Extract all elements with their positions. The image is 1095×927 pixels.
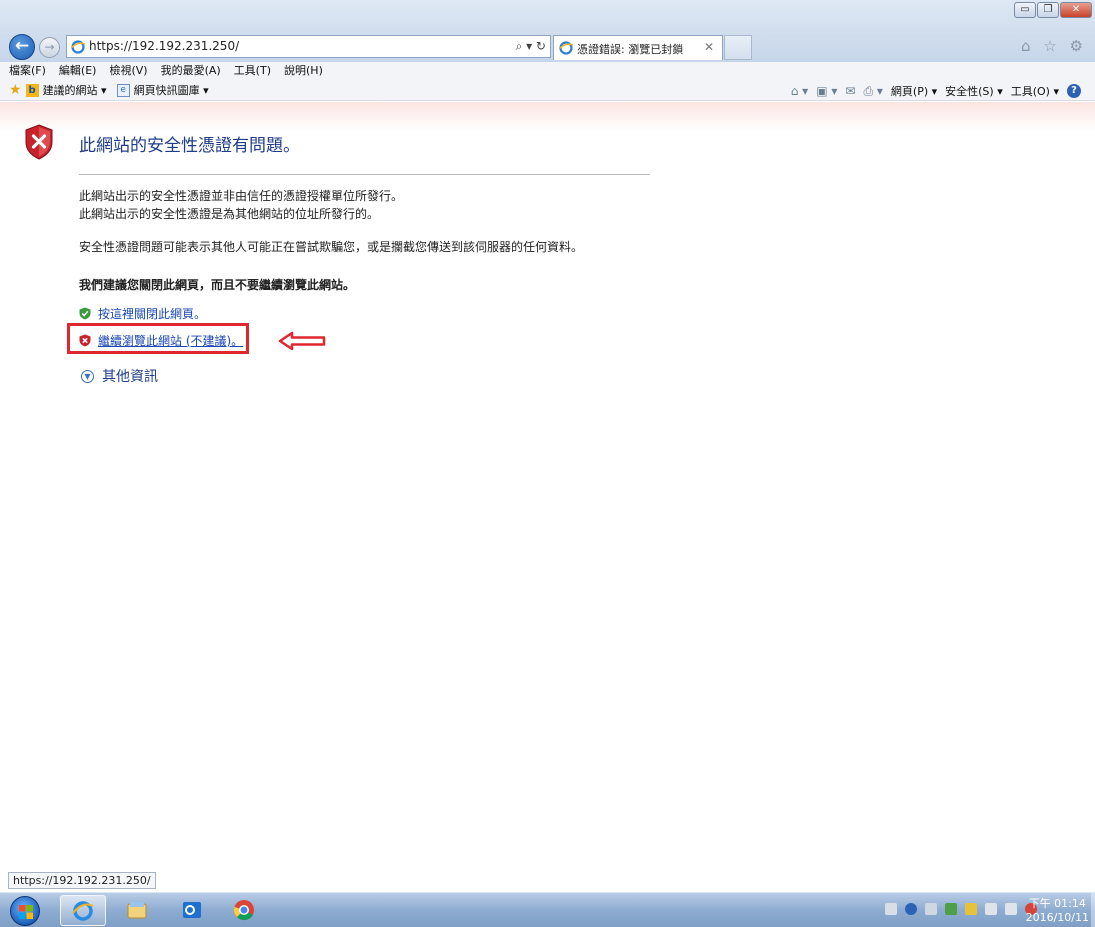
- menu-edit[interactable]: 編輯(E): [59, 62, 97, 80]
- back-button[interactable]: ←: [9, 34, 35, 60]
- clock-time: 下午 01:14: [1028, 897, 1086, 910]
- suggested-sites-button[interactable]: 建議的網站 ▾: [43, 82, 107, 98]
- bing-icon: b: [25, 83, 39, 97]
- tab-certificate-error[interactable]: 憑證錯誤: 瀏覽已封鎖 ✕: [553, 35, 723, 60]
- annotation-highlight-box: [67, 323, 249, 354]
- error-detail-1: 此網站出示的安全性憑證並非由信任的憑證授權單位所發行。: [79, 189, 404, 203]
- clock-date: 2016/10/11: [1025, 911, 1089, 924]
- more-information-row[interactable]: ▼ 其他資訊: [81, 366, 158, 386]
- shield-tray-icon[interactable]: [965, 903, 977, 915]
- forward-button[interactable]: →: [39, 37, 60, 58]
- windows-taskbar: 下午 01:14 2016/10/11: [0, 892, 1095, 927]
- menu-file[interactable]: 檔案(F): [9, 62, 46, 80]
- new-tab-button[interactable]: [724, 35, 752, 60]
- start-button[interactable]: [10, 896, 40, 926]
- network-icon[interactable]: [1005, 903, 1017, 915]
- safety-menu-button[interactable]: 安全性(S) ▾: [945, 83, 1003, 99]
- tab-title: 憑證錯誤: 瀏覽已封鎖: [577, 43, 684, 56]
- taskbar-chrome-button[interactable]: [222, 895, 268, 926]
- error-detail-3: 安全性憑證問題可能表示其他人可能正在嘗試欺騙您，或是攔截您傳送到該伺服器的任何資…: [79, 240, 584, 254]
- taskbar-ie-button[interactable]: [60, 895, 106, 926]
- security-tray-icon[interactable]: [945, 903, 957, 915]
- tools-menu-button[interactable]: 工具(O) ▾: [1011, 83, 1059, 99]
- restore-button[interactable]: ❐: [1037, 2, 1059, 18]
- mail-icon[interactable]: ✉: [845, 84, 855, 98]
- more-information-link[interactable]: 其他資訊: [102, 366, 158, 386]
- close-page-link[interactable]: 按這裡關閉此網頁。: [98, 305, 206, 322]
- address-bar[interactable]: https://192.192.231.250/ ⌕ ▾ ↻: [66, 35, 551, 58]
- clock[interactable]: 下午 01:14 2016/10/11: [1026, 897, 1089, 925]
- command-bar: ⌂ ▾ ▣ ▾ ✉ ⎙ ▾ 網頁(P) ▾ 安全性(S) ▾ 工具(O) ▾ ?: [783, 83, 1081, 99]
- error-shield-icon: [25, 124, 53, 160]
- menu-bar: 檔案(F) 編輯(E) 檢視(V) 我的最愛(A) 工具(T) 說明(H): [0, 62, 1095, 80]
- window-controls: ▭ ❐ ✕: [1013, 2, 1092, 18]
- web-slice-icon: e: [116, 83, 130, 97]
- close-page-row: 按這裡關閉此網頁。: [79, 305, 206, 322]
- internet-explorer-icon: [72, 901, 94, 921]
- feeds-icon[interactable]: ▣ ▾: [816, 84, 837, 98]
- favorites-bar: ★ b 建議的網站 ▾ e 網頁快訊圖庫 ▾ ⌂ ▾ ▣ ▾ ✉ ⎙ ▾ 網頁(…: [0, 80, 1095, 101]
- show-desktop-button[interactable]: [1091, 893, 1095, 927]
- screen: ▭ ❐ ✕ ← → https://192.192.231.250/ ⌕ ▾ ↻…: [0, 0, 1095, 927]
- usb-icon[interactable]: [925, 903, 937, 915]
- expand-chevron-icon[interactable]: ▼: [81, 369, 94, 383]
- taskbar-outlook-button[interactable]: [170, 895, 216, 926]
- annotation-arrow-icon: [278, 331, 326, 351]
- file-explorer-icon: [127, 902, 147, 919]
- page-menu-button[interactable]: 網頁(P) ▾: [891, 83, 937, 99]
- help-icon[interactable]: ?: [1067, 84, 1081, 98]
- status-url-tooltip: https://192.192.231.250/: [8, 872, 156, 889]
- page-content: 此網站的安全性憑證有問題。 此網站出示的安全性憑證並非由信任的憑證授權單位所發行…: [0, 102, 1095, 892]
- error-banner-gradient: [0, 102, 1095, 132]
- print-icon[interactable]: ⎙ ▾: [863, 84, 882, 99]
- help-tray-icon[interactable]: [905, 903, 917, 915]
- outlook-icon: [183, 902, 201, 918]
- favorites-star-icon[interactable]: ★: [9, 82, 22, 98]
- address-tools[interactable]: ⌕ ▾ ↻: [516, 39, 546, 54]
- green-shield-check-icon: [79, 307, 91, 320]
- windows-logo-icon: [19, 905, 33, 919]
- menu-favorites[interactable]: 我的最愛(A): [161, 62, 221, 80]
- menu-view[interactable]: 檢視(V): [109, 62, 147, 80]
- recommendation-text: 我們建議您關閉此網頁，而且不要繼續瀏覽此網站。: [79, 278, 356, 292]
- home-icon[interactable]: ⌂ ▾: [791, 84, 808, 98]
- tab-close-icon[interactable]: ✕: [704, 40, 714, 54]
- menu-help[interactable]: 說明(H): [284, 62, 323, 80]
- taskbar-explorer-button[interactable]: [115, 895, 161, 926]
- ie-tab-icon: [559, 41, 573, 55]
- web-slice-gallery-button[interactable]: 網頁快訊圖庫 ▾: [134, 82, 209, 98]
- close-window-button[interactable]: ✕: [1060, 2, 1092, 18]
- menu-tools[interactable]: 工具(T): [234, 62, 271, 80]
- ie-page-icon: [71, 40, 85, 54]
- error-detail-2: 此網站出示的安全性憑證是為其他網站的位址所發行的。: [79, 207, 380, 221]
- home-favorites-tools-icons[interactable]: ⌂ ☆ ⚙: [1021, 37, 1087, 55]
- keyboard-icon[interactable]: [885, 903, 897, 915]
- chrome-icon: [234, 900, 254, 921]
- action-center-flag-icon[interactable]: [985, 903, 997, 915]
- page-title: 此網站的安全性憑證有問題。: [79, 136, 300, 156]
- browser-title-bar: ▭ ❐ ✕ ← → https://192.192.231.250/ ⌕ ▾ ↻…: [0, 0, 1095, 62]
- system-tray: [877, 903, 1037, 915]
- address-url: https://192.192.231.250/: [89, 39, 240, 53]
- title-divider: [79, 174, 650, 175]
- minimize-button[interactable]: ▭: [1014, 2, 1036, 18]
